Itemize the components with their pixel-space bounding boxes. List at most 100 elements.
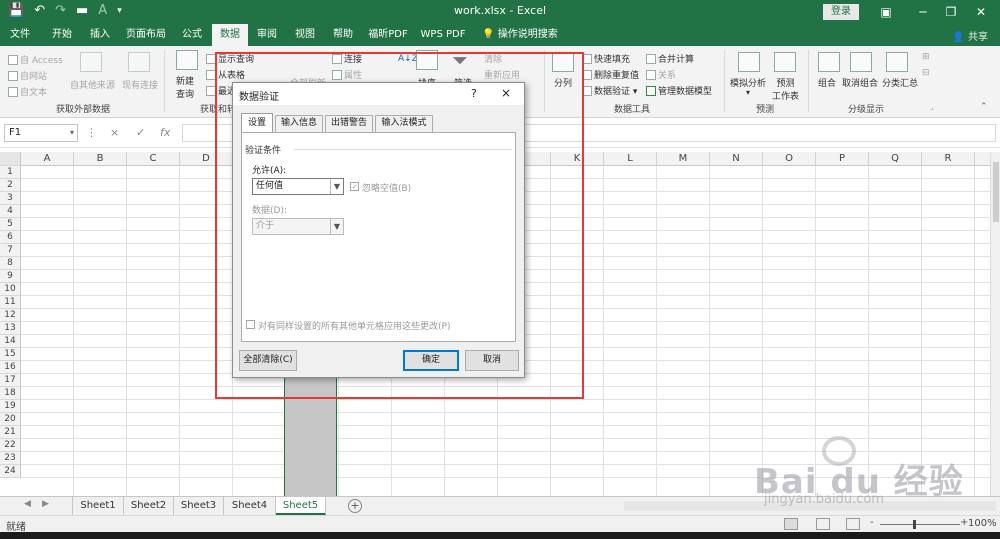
row-header-9[interactable]: 9 [0,270,21,283]
row-header-18[interactable]: 18 [0,387,21,400]
tab-page-layout[interactable]: 页面布局 [122,24,170,46]
column-header-c[interactable]: C [127,152,180,166]
collapse-ribbon-icon[interactable]: ⌃ [980,102,988,112]
share-button[interactable]: 👤 共享 [952,28,988,43]
apply-to-all-checkbox[interactable] [246,320,255,329]
row-header-1[interactable]: 1 [0,166,21,179]
existing-connections-button[interactable]: 现有连接 [122,78,158,91]
relationships-button[interactable]: 关系 [646,68,676,81]
chevron-down-icon[interactable]: ▼ [330,219,343,234]
zoom-level[interactable]: 100% [968,518,997,529]
tab-data[interactable]: 数据 [212,24,248,46]
column-header-o[interactable]: O [763,152,816,166]
tab-error-alert[interactable]: 出错警告 [325,115,373,132]
row-header-7[interactable]: 7 [0,244,21,257]
from-text-button[interactable]: 自文本 [8,85,47,98]
tell-me-search[interactable]: 💡 操作说明搜索 [480,24,560,46]
page-break-view-icon[interactable] [846,518,860,530]
tab-foxit-pdf[interactable]: 福昕PDF [364,24,412,46]
tab-view[interactable]: 视图 [288,24,322,46]
zoom-slider-knob[interactable] [913,520,916,529]
row-header-24[interactable]: 24 [0,465,21,478]
consolidate-button[interactable]: 合并计算 [646,52,694,65]
login-button[interactable]: 登录 [823,4,859,20]
add-sheet-icon[interactable]: + [348,499,362,513]
what-if-dropdown-icon[interactable]: ▾ [746,88,750,97]
tab-formulas[interactable]: 公式 [174,24,210,46]
row-header-22[interactable]: 22 [0,439,21,452]
flash-fill-button[interactable]: 快速填充 [582,52,630,65]
close-window-icon[interactable]: ✕ [970,2,992,22]
select-all-corner[interactable] [0,152,21,166]
from-access-button[interactable]: 自 Access [8,53,63,66]
column-header-n[interactable]: N [710,152,763,166]
name-box[interactable]: F1 ▾ [4,124,78,142]
manage-data-model-button[interactable]: 管理数据模型 [646,84,712,97]
outline-settings-launcher-icon[interactable]: ⌟ [930,102,934,111]
column-header-m[interactable]: M [657,152,710,166]
row-header-23[interactable]: 23 [0,452,21,465]
tab-home[interactable]: 开始 [44,24,80,46]
subtotal-button[interactable]: 分类汇总 [882,76,918,89]
vertical-scrollbar[interactable] [990,152,1000,496]
row-header-21[interactable]: 21 [0,426,21,439]
tab-settings[interactable]: 设置 [241,113,273,132]
row-header-19[interactable]: 19 [0,400,21,413]
sheet-tab-sheet2[interactable]: Sheet2 [124,497,174,515]
dialog-title-bar[interactable]: 数据验证 ? × [233,83,524,105]
row-header-10[interactable]: 10 [0,283,21,296]
other-sources-button[interactable]: 自其他来源 [70,78,115,91]
ribbon-display-options-icon[interactable]: ▣ [875,2,897,22]
row-header-6[interactable]: 6 [0,231,21,244]
row-header-5[interactable]: 5 [0,218,21,231]
allow-select[interactable]: 任何值 ▼ [252,178,344,195]
row-header-8[interactable]: 8 [0,257,21,270]
tab-wps-pdf[interactable]: WPS PDF [418,24,468,46]
data-validation-button[interactable]: 数据验证 ▾ [582,84,637,97]
row-header-14[interactable]: 14 [0,335,21,348]
new-query-button[interactable]: 新建 查询 [176,74,194,100]
next-sheet-icon[interactable]: ▶ [42,499,49,509]
row-header-20[interactable]: 20 [0,413,21,426]
show-detail-icon[interactable]: ⊞ [922,52,930,62]
row-header-11[interactable]: 11 [0,296,21,309]
help-icon[interactable]: ? [471,87,477,100]
row-header-17[interactable]: 17 [0,374,21,387]
close-icon[interactable]: × [501,86,511,100]
ignore-blank-checkbox[interactable]: ✓ [350,182,359,191]
vertical-scroll-thumb[interactable] [993,162,999,222]
from-web-button[interactable]: 自网站 [8,69,47,82]
minimize-icon[interactable]: ─ [912,2,934,22]
chevron-down-icon[interactable]: ▼ [330,179,343,194]
sheet-tab-sheet5[interactable]: Sheet5 [276,497,326,515]
sheet-tab-sheet4[interactable]: Sheet4 [224,497,276,515]
row-header-13[interactable]: 13 [0,322,21,335]
cancel-button[interactable]: 取消 [465,350,519,371]
forecast-sheet-button[interactable]: 预测 工作表 [772,76,799,102]
confirm-entry-icon[interactable]: ✓ [136,126,145,139]
column-header-p[interactable]: P [816,152,869,166]
ok-button[interactable]: 确定 [403,350,459,371]
column-header-s[interactable]: S [975,152,990,166]
insert-function-icon[interactable]: fx [160,126,170,139]
row-header-4[interactable]: 4 [0,205,21,218]
row-header-2[interactable]: 2 [0,179,21,192]
name-box-dropdown-icon[interactable]: ▾ [70,125,74,141]
page-layout-view-icon[interactable] [816,518,830,530]
zoom-slider[interactable] [880,524,960,525]
row-header-12[interactable]: 12 [0,309,21,322]
row-header-15[interactable]: 15 [0,348,21,361]
column-header-a[interactable]: A [21,152,74,166]
normal-view-icon[interactable] [784,518,798,530]
clear-all-button[interactable]: 全部清除(C) [239,350,297,371]
column-header-l[interactable]: L [604,152,657,166]
tab-file[interactable]: 文件 [4,24,36,46]
ungroup-button[interactable]: 取消组合 [842,76,878,89]
hide-detail-icon[interactable]: ⊟ [922,68,930,78]
row-header-16[interactable]: 16 [0,361,21,374]
restore-icon[interactable]: ❐ [940,2,962,22]
tab-input-message[interactable]: 输入信息 [275,115,323,132]
tab-insert[interactable]: 插入 [82,24,118,46]
column-header-r[interactable]: R [922,152,975,166]
remove-duplicates-button[interactable]: 删除重复值 [582,68,639,81]
